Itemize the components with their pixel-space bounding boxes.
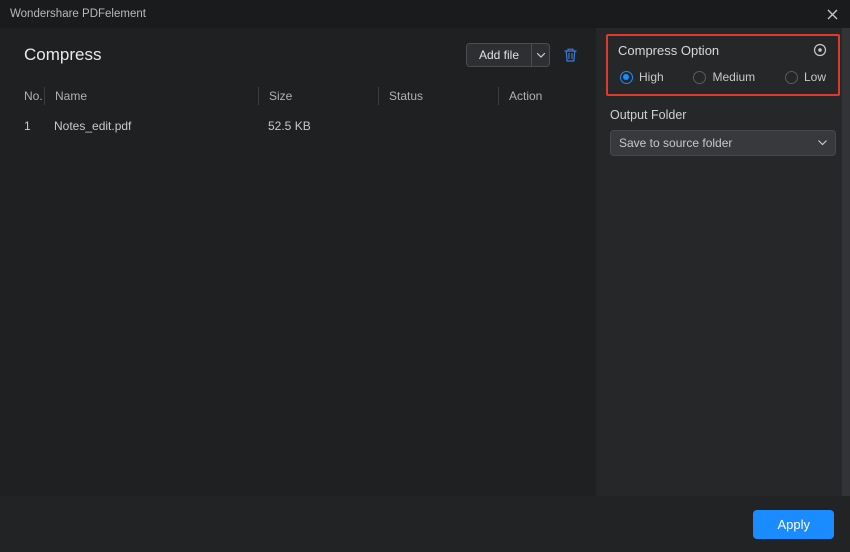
chevron-down-icon (537, 53, 545, 58)
cell-name: Notes_edit.pdf (44, 119, 258, 133)
page-title: Compress (24, 45, 101, 65)
add-file-button[interactable]: Add file (466, 43, 532, 67)
col-header-name: Name (44, 87, 258, 105)
compress-settings-button[interactable] (812, 42, 828, 58)
radio-icon (693, 71, 706, 84)
chevron-down-icon (818, 140, 827, 146)
col-header-action: Action (498, 87, 596, 105)
close-icon (827, 9, 838, 20)
trash-icon (563, 47, 578, 63)
close-button[interactable] (824, 6, 840, 22)
compress-option-box: Compress Option High Medium Low (606, 34, 840, 96)
options-panel: Compress Option High Medium Low (596, 28, 850, 496)
footer: Apply (0, 496, 850, 552)
cell-no: 1 (0, 119, 44, 133)
output-folder-dropdown[interactable]: Save to source folder (610, 130, 836, 156)
delete-button[interactable] (560, 45, 580, 65)
output-folder-section: Output Folder Save to source folder (606, 104, 840, 156)
radio-medium[interactable]: Medium (693, 70, 755, 84)
radio-low[interactable]: Low (785, 70, 826, 84)
file-table: No. Name Size Status Action 1 Notes_edit… (0, 80, 596, 140)
radio-label-low: Low (804, 70, 826, 84)
dropdown-value: Save to source folder (619, 136, 732, 150)
add-file-dropdown[interactable] (532, 43, 550, 67)
gear-icon (813, 43, 827, 57)
cell-size: 52.5 KB (258, 119, 378, 133)
output-folder-label: Output Folder (610, 108, 836, 122)
radio-label-high: High (639, 70, 664, 84)
compress-option-title: Compress Option (618, 43, 719, 58)
titlebar: Wondershare PDFelement (0, 0, 850, 28)
radio-icon (620, 71, 633, 84)
app-title: Wondershare PDFelement (10, 8, 146, 20)
radio-label-medium: Medium (712, 70, 755, 84)
table-row[interactable]: 1 Notes_edit.pdf 52.5 KB (0, 112, 596, 140)
table-header: No. Name Size Status Action (0, 80, 596, 112)
scrollbar[interactable] (842, 28, 850, 496)
col-header-status: Status (378, 87, 498, 105)
file-list-panel: Compress Add file No. Name Size Status (0, 28, 596, 496)
radio-icon (785, 71, 798, 84)
add-file-group: Add file (466, 43, 550, 67)
col-header-no: No. (0, 89, 44, 103)
col-header-size: Size (258, 87, 378, 105)
apply-button[interactable]: Apply (753, 510, 834, 539)
radio-high[interactable]: High (620, 70, 664, 84)
